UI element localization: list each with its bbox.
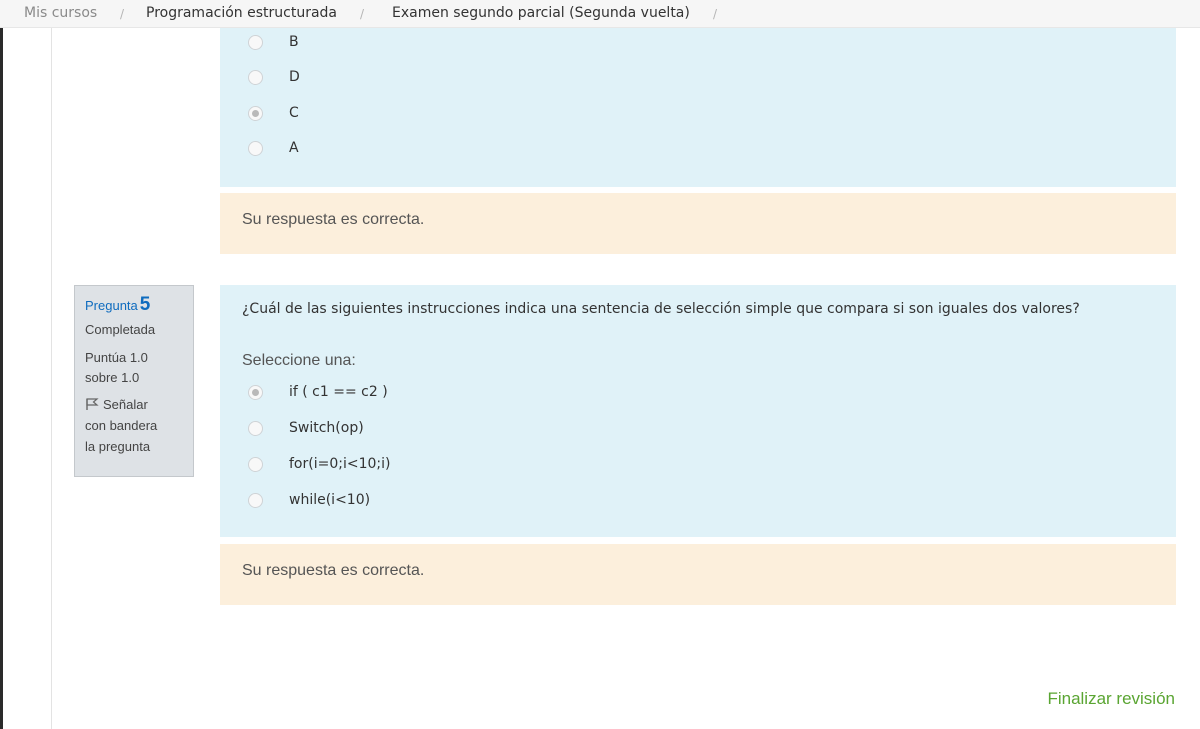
question-5-content: ¿Cuál de las siguientes instrucciones in… bbox=[220, 285, 1176, 537]
radio-button[interactable] bbox=[248, 140, 263, 156]
question-info-box: Pregunta 5 Completada Puntúa 1.0 sobre 1.… bbox=[74, 285, 194, 477]
radio-button-selected[interactable] bbox=[248, 105, 263, 121]
answer-option-label: while(i<10) bbox=[289, 492, 371, 508]
breadcrumb: Mis cursos / Programación estructurada /… bbox=[0, 0, 1200, 28]
answer-option-label: C bbox=[289, 105, 299, 121]
flag-icon bbox=[86, 398, 99, 410]
answer-option[interactable]: B bbox=[248, 32, 299, 52]
radio-button[interactable] bbox=[248, 69, 263, 85]
question-state: Completada bbox=[85, 322, 156, 337]
previous-question-answers: B D C A bbox=[220, 28, 1176, 187]
radio-button[interactable] bbox=[248, 456, 263, 472]
breadcrumb-item-course[interactable]: Programación estructurada bbox=[146, 0, 337, 26]
answer-option-label: B bbox=[289, 34, 299, 50]
answer-option[interactable]: A bbox=[248, 138, 299, 158]
answer-option-label: if ( c1 == c2 ) bbox=[289, 384, 388, 400]
answer-option-label: for(i=0;i<10;i) bbox=[289, 456, 391, 472]
breadcrumb-separator: / bbox=[713, 7, 718, 21]
question-number-value: 5 bbox=[139, 294, 151, 315]
flag-label: la pregunta bbox=[85, 439, 151, 454]
question-number-label: Pregunta bbox=[85, 298, 138, 313]
radio-button[interactable] bbox=[248, 34, 263, 50]
finish-review-link[interactable]: Finalizar revisión bbox=[1047, 689, 1175, 709]
answer-option-label: Switch(op) bbox=[289, 420, 364, 436]
select-one-prompt: Seleccione una: bbox=[242, 352, 356, 369]
breadcrumb-separator: / bbox=[120, 7, 125, 21]
answer-option-label: D bbox=[289, 69, 300, 85]
answer-option[interactable]: Switch(op) bbox=[248, 418, 364, 438]
radio-button[interactable] bbox=[248, 492, 263, 508]
content-left-border bbox=[51, 28, 52, 729]
answer-option[interactable]: for(i=0;i<10;i) bbox=[248, 454, 390, 474]
radio-button[interactable] bbox=[248, 420, 263, 436]
breadcrumb-separator: / bbox=[360, 7, 365, 21]
answer-option[interactable]: D bbox=[248, 67, 300, 87]
answer-option[interactable]: if ( c1 == c2 ) bbox=[248, 382, 388, 402]
flag-question-link[interactable]: Señalar con bandera la pregunta bbox=[85, 394, 193, 457]
question-text: ¿Cuál de las siguientes instrucciones in… bbox=[242, 301, 1080, 317]
answer-option[interactable]: C bbox=[248, 103, 299, 123]
answer-option-label: A bbox=[289, 140, 299, 156]
quiz-review-page: Mis cursos / Programación estructurada /… bbox=[0, 0, 1200, 729]
previous-question-feedback: Su respuesta es correcta. bbox=[220, 193, 1176, 254]
breadcrumb-item-exam[interactable]: Examen segundo parcial (Segunda vuelta) bbox=[392, 0, 690, 26]
grade-line: sobre 1.0 bbox=[85, 370, 140, 385]
window-left-edge bbox=[0, 0, 3, 729]
question-grade: Puntúa 1.0 sobre 1.0 bbox=[85, 348, 193, 394]
flag-label: Señalar bbox=[103, 397, 148, 412]
question-5-feedback: Su respuesta es correcta. bbox=[220, 544, 1176, 605]
grade-line: Puntúa 1.0 bbox=[85, 350, 148, 365]
flag-label: con bandera bbox=[85, 418, 158, 433]
radio-button-selected[interactable] bbox=[248, 384, 263, 400]
question-number: Pregunta 5 bbox=[85, 294, 193, 318]
answer-option[interactable]: while(i<10) bbox=[248, 490, 370, 510]
breadcrumb-item-mis-cursos[interactable]: Mis cursos bbox=[24, 0, 97, 26]
